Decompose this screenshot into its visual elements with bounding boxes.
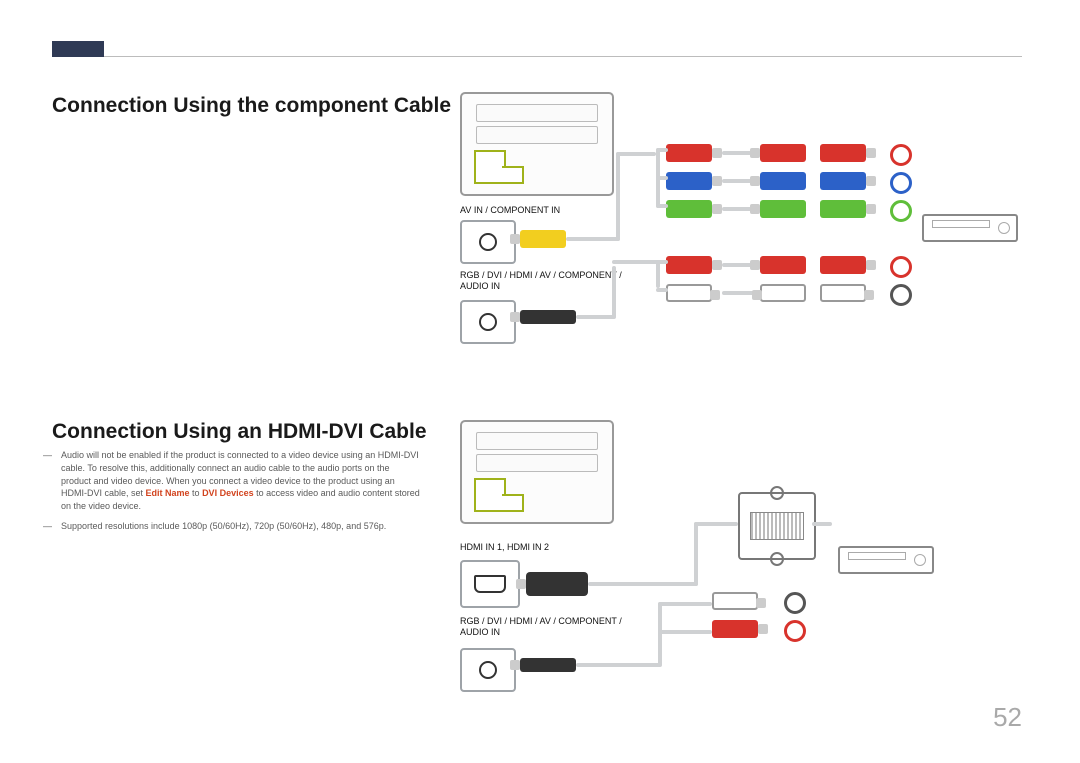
note-2-text: Supported resolutions include 1080p (50/…	[61, 521, 386, 531]
audio-red-plug-icon	[760, 256, 806, 274]
header-tab	[52, 41, 104, 57]
audio-red-plug-icon	[712, 620, 758, 638]
av-in-port-panel	[460, 220, 516, 264]
header-rule	[52, 56, 1022, 57]
component-green-plug-icon	[820, 200, 866, 218]
note-1-editname: Edit Name	[146, 488, 190, 498]
tv-back-panel-icon	[460, 420, 614, 524]
component-blue-plug-icon	[760, 172, 806, 190]
dvd-player-icon	[922, 214, 1018, 242]
section2-notes: ―Audio will not be enabled if the produc…	[52, 449, 420, 540]
audio-minijack-plug-icon	[520, 658, 576, 672]
hdmi-port-panel	[460, 560, 520, 608]
note-1-dvidevices: DVI Devices	[202, 488, 254, 498]
tv-back-panel-icon	[460, 92, 614, 196]
note-1-mid: to	[190, 488, 203, 498]
audio-in-port-panel-2	[460, 648, 516, 692]
audio-red-plug-icon	[820, 256, 866, 274]
audio-in-label-2: RGB / DVI / HDMI / AV / COMPONENT / AUDI…	[460, 616, 640, 639]
dvd-player-icon	[838, 546, 934, 574]
hdmi-plug-icon	[526, 572, 588, 596]
component-red-plug-icon	[820, 144, 866, 162]
section1-title: Connection Using the component Cable	[52, 94, 451, 118]
av-in-jack-icon	[479, 233, 497, 251]
hdmi-in-label: HDMI IN 1, HDMI IN 2	[460, 542, 640, 553]
component-blue-jack-icon	[890, 172, 912, 194]
audio-in-jack-icon	[479, 313, 497, 331]
audio-white-jack-icon	[890, 284, 912, 306]
audio-red-jack-icon	[890, 256, 912, 278]
note-2: ―Supported resolutions include 1080p (50…	[52, 520, 420, 533]
component-blue-plug-icon	[666, 172, 712, 190]
audio-in-jack-icon	[479, 661, 497, 679]
component-red-plug-icon	[666, 144, 712, 162]
hdmi-port-icon	[474, 575, 506, 593]
component-red-jack-icon	[890, 144, 912, 166]
audio-white-plug-icon	[712, 592, 758, 610]
audio-red-jack-icon	[784, 620, 806, 642]
av-in-label: AV IN / COMPONENT IN	[460, 205, 620, 216]
audio-in-port-panel-1	[460, 300, 516, 344]
component-blue-plug-icon	[820, 172, 866, 190]
component-green-plug-icon	[666, 200, 712, 218]
section2-title: Connection Using an HDMI-DVI Cable	[52, 420, 427, 444]
audio-white-jack-icon	[784, 592, 806, 614]
audio-minijack-plug-icon	[520, 310, 576, 324]
diagram-hdmi-dvi: HDMI IN 1, HDMI IN 2 RGB / DVI / HDMI / …	[460, 420, 1020, 720]
component-red-plug-icon	[760, 144, 806, 162]
diagram-component: AV IN / COMPONENT IN RGB / DVI / HDMI / …	[460, 92, 1020, 372]
audio-white-plug-icon	[820, 284, 866, 302]
component-green-jack-icon	[890, 200, 912, 222]
audio-white-plug-icon	[760, 284, 806, 302]
component-yellow-plug-icon	[520, 230, 566, 248]
audio-red-plug-icon	[666, 256, 712, 274]
audio-white-plug-icon	[666, 284, 712, 302]
component-green-plug-icon	[760, 200, 806, 218]
dvi-connector-icon	[738, 492, 816, 560]
note-1: ―Audio will not be enabled if the produc…	[52, 449, 420, 513]
